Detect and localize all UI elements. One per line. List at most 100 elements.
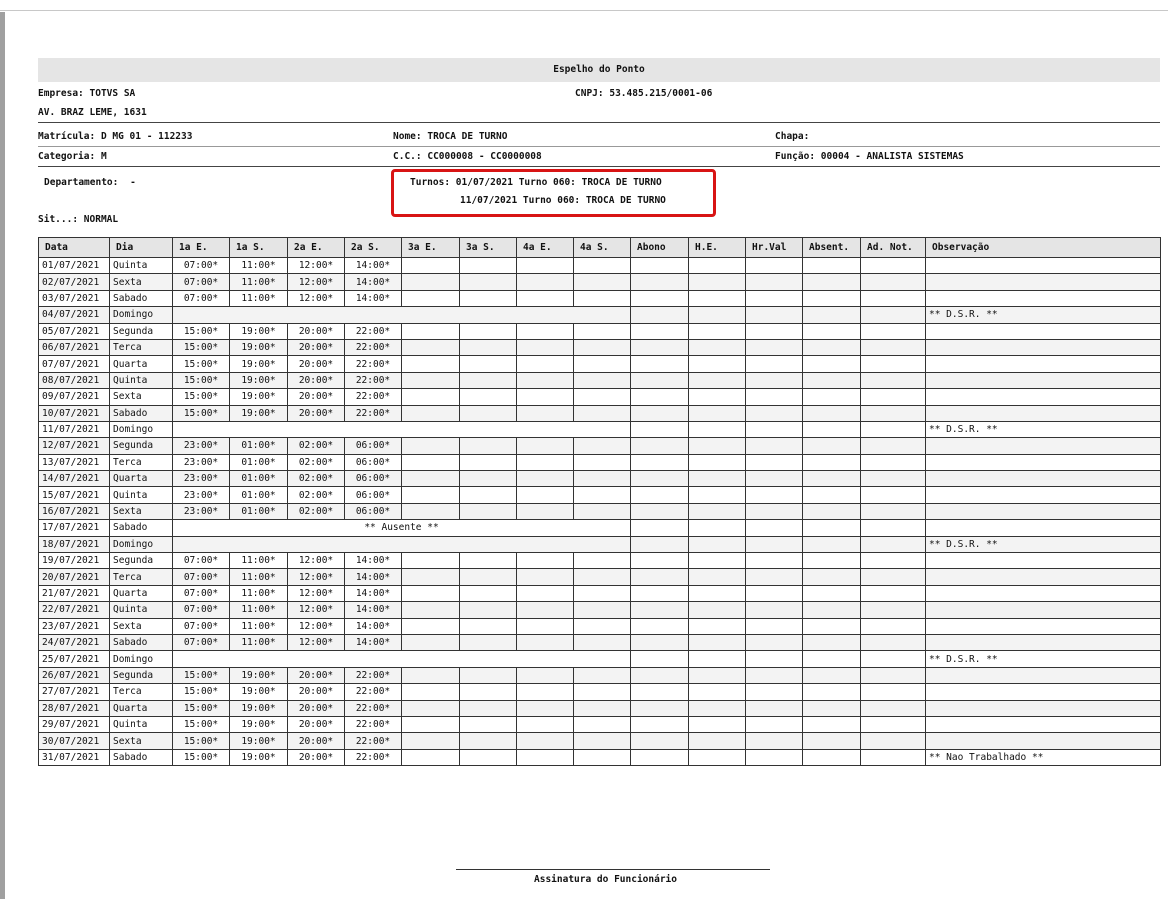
cell-marcacao: 20:00* <box>287 699 345 717</box>
cell-empty <box>459 470 517 488</box>
cell-marcacao: 20:00* <box>287 715 345 734</box>
cell-empty <box>401 601 460 619</box>
cell-empty <box>401 748 460 767</box>
cell-empty <box>802 371 861 390</box>
cell-dia: Terca <box>109 568 173 586</box>
cell-marcacao: 15:00* <box>172 404 230 422</box>
cell-marcacao: 15:00* <box>172 388 230 406</box>
cell-empty <box>745 601 803 619</box>
cell-empty <box>516 289 574 308</box>
cell-empty <box>745 420 803 439</box>
cell-empty <box>573 584 631 603</box>
cc-line: C.C.: CC000008 - CC0000008 <box>393 151 542 162</box>
table-row: 17/07/2021 Sabado ** Ausente ** <box>38 519 1161 537</box>
cell-marcacao: 15:00* <box>172 371 230 390</box>
table-row: 06/07/2021 Terca 15:00* 19:00* 20:00* 22:00* <box>38 338 1161 357</box>
cell-observacao <box>925 470 1161 488</box>
cell-marcacao: 07:00* <box>172 601 230 619</box>
cell-dia: Sexta <box>109 273 173 291</box>
cell-marcacao: 06:00* <box>344 486 402 504</box>
cell-empty <box>401 388 460 406</box>
cell-empty <box>802 437 861 455</box>
cell-merged-empty <box>172 535 631 554</box>
cell-dia: Quinta <box>109 256 173 275</box>
cell-empty <box>860 322 926 340</box>
cell-empty <box>401 355 460 373</box>
cell-marcacao: 11:00* <box>229 584 288 603</box>
cell-empty <box>573 404 631 422</box>
nome-label: Nome: <box>393 131 422 142</box>
cell-marcacao: 02:00* <box>287 470 345 488</box>
table-row: 24/07/2021 Sabado 07:00* 11:00* 12:00* 14:00* <box>38 633 1161 652</box>
cell-empty <box>516 371 574 390</box>
nome-line: Nome: TROCA DE TURNO <box>393 131 507 142</box>
cell-empty <box>745 552 803 570</box>
cell-empty <box>401 453 460 472</box>
cell-empty <box>630 732 689 750</box>
cell-observacao <box>925 502 1161 521</box>
info-divider <box>38 146 1160 147</box>
cell-empty <box>516 584 574 603</box>
cell-empty <box>688 535 746 554</box>
cell-data: 15/07/2021 <box>38 486 110 504</box>
cell-empty <box>459 437 517 455</box>
cell-dia: Domingo <box>109 306 173 324</box>
table-row: 12/07/2021 Segunda 23:00* 01:00* 02:00* 06:00… <box>38 437 1161 455</box>
cell-empty <box>401 404 460 422</box>
cell-empty <box>688 371 746 390</box>
cell-data: 14/07/2021 <box>38 470 110 488</box>
cell-empty <box>573 748 631 767</box>
cell-empty <box>630 338 689 357</box>
cell-marcacao: 12:00* <box>287 568 345 586</box>
cell-empty <box>860 437 926 455</box>
cell-data: 04/07/2021 <box>38 306 110 324</box>
chapa-label: Chapa: <box>775 131 810 142</box>
table-row: 13/07/2021 Terca 23:00* 01:00* 02:00* 06:00* <box>38 453 1161 472</box>
col-header: Ad. Not. <box>860 237 926 258</box>
cell-empty <box>516 617 574 635</box>
cell-marcacao: 07:00* <box>172 256 230 275</box>
cell-empty <box>401 699 460 717</box>
cell-marcacao: 19:00* <box>229 748 288 767</box>
cell-observacao <box>925 732 1161 750</box>
cell-empty <box>860 388 926 406</box>
cell-marcacao: 07:00* <box>172 552 230 570</box>
cell-empty <box>573 732 631 750</box>
cell-empty <box>860 715 926 734</box>
cell-empty <box>573 666 631 685</box>
cell-empty <box>630 306 689 324</box>
empresa-label: Empresa: <box>38 88 84 99</box>
cell-marcacao: 06:00* <box>344 502 402 521</box>
cell-empty <box>459 273 517 291</box>
matricula-value: D MG 01 - 112233 <box>100 131 193 142</box>
cell-empty <box>459 666 517 685</box>
cell-empty <box>802 420 861 439</box>
cell-empty <box>745 273 803 291</box>
cell-marcacao: 14:00* <box>344 273 402 291</box>
cell-dia: Sexta <box>109 502 173 521</box>
cell-marcacao: 22:00* <box>344 699 402 717</box>
funcao-value: 00004 - ANALISTA SISTEMAS <box>820 151 964 162</box>
cell-marcacao: 01:00* <box>229 502 288 521</box>
cell-empty <box>688 617 746 635</box>
cell-empty <box>516 502 574 521</box>
cell-marcacao: 22:00* <box>344 404 402 422</box>
cell-empty <box>630 388 689 406</box>
cell-empty <box>688 584 746 603</box>
report-title: Espelho do Ponto <box>38 58 1160 82</box>
cell-observacao: ** D.S.R. ** <box>925 306 1161 324</box>
cell-empty <box>630 601 689 619</box>
cell-marcacao: 07:00* <box>172 289 230 308</box>
cell-empty <box>688 601 746 619</box>
cell-empty <box>401 502 460 521</box>
cell-empty <box>860 486 926 504</box>
cell-empty <box>630 584 689 603</box>
col-header: 4a E. <box>516 237 574 258</box>
cell-empty <box>459 371 517 390</box>
cell-empty <box>573 470 631 488</box>
cell-empty <box>802 715 861 734</box>
cell-empty <box>688 453 746 472</box>
cell-marcacao: 01:00* <box>229 486 288 504</box>
turno-2: 11/07/2021 Turno 060: TROCA DE TURNO <box>460 195 666 206</box>
cell-empty <box>630 355 689 373</box>
